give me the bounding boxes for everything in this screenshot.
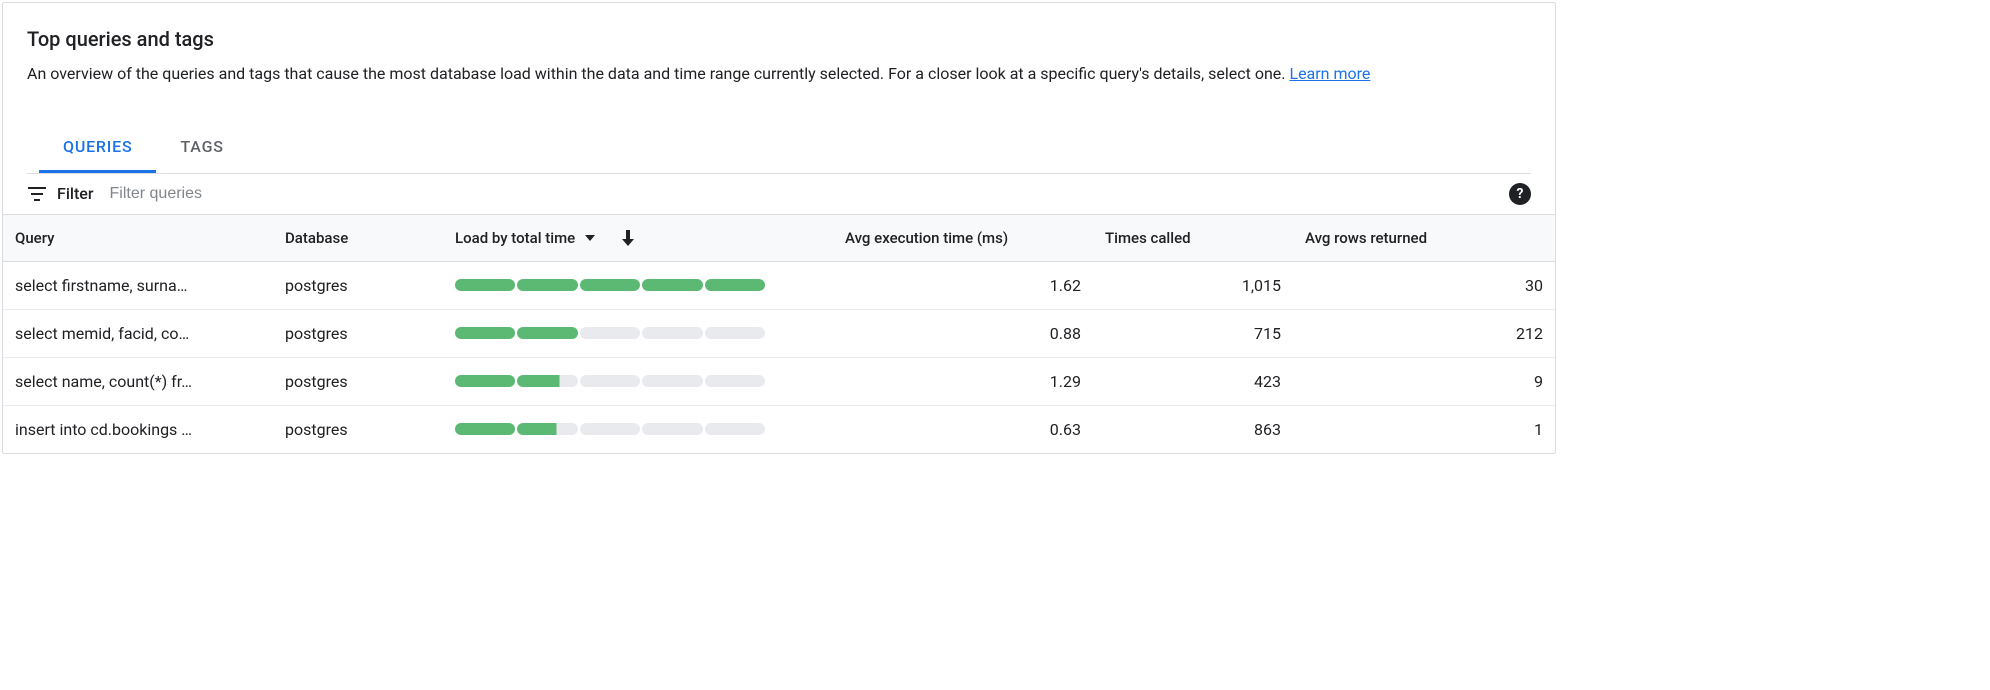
- filter-icon: [27, 184, 47, 204]
- load-segment: [642, 375, 702, 387]
- cell-database: postgres: [273, 357, 443, 405]
- dropdown-arrow-icon: [585, 235, 595, 241]
- filter-label: Filter: [57, 184, 94, 203]
- cell-rows-returned: 212: [1293, 309, 1555, 357]
- load-segment: [580, 423, 640, 435]
- cell-database: postgres: [273, 309, 443, 357]
- tab-tags[interactable]: Tags: [156, 123, 247, 173]
- cell-load: [443, 357, 833, 405]
- learn-more-link[interactable]: Learn more: [1289, 64, 1370, 83]
- load-bar: [455, 375, 765, 387]
- cell-load: [443, 261, 833, 309]
- load-segment: [517, 423, 577, 435]
- load-bar: [455, 327, 765, 339]
- load-segment: [642, 327, 702, 339]
- load-segment: [517, 279, 577, 291]
- cell-times-called: 863: [1093, 405, 1293, 453]
- table-row[interactable]: select firstname, surna…postgres 1.621,01…: [3, 261, 1555, 309]
- load-segment: [455, 375, 515, 387]
- load-segment: [705, 327, 765, 339]
- cell-exec-time: 0.63: [833, 405, 1093, 453]
- cell-times-called: 715: [1093, 309, 1293, 357]
- load-segment: [455, 423, 515, 435]
- cell-load: [443, 405, 833, 453]
- col-query[interactable]: Query: [3, 215, 273, 262]
- cell-rows-returned: 9: [1293, 357, 1555, 405]
- tab-queries[interactable]: Queries: [39, 123, 156, 173]
- table-header-row: Query Database Load by total time Avg ex…: [3, 215, 1555, 262]
- table-row[interactable]: insert into cd.bookings …postgres 0.63863…: [3, 405, 1555, 453]
- panel-title: Top queries and tags: [27, 27, 1531, 51]
- cell-exec-time: 0.88: [833, 309, 1093, 357]
- load-segment: [580, 279, 640, 291]
- cell-query: select firstname, surna…: [3, 261, 273, 309]
- load-segment: [517, 327, 577, 339]
- table-row[interactable]: select name, count(*) fr…postgres 1.29423…: [3, 357, 1555, 405]
- load-segment: [580, 375, 640, 387]
- cell-exec-time: 1.62: [833, 261, 1093, 309]
- panel-description: An overview of the queries and tags that…: [27, 61, 1531, 87]
- load-bar: [455, 279, 765, 291]
- load-bar: [455, 423, 765, 435]
- col-database[interactable]: Database: [273, 215, 443, 262]
- cell-database: postgres: [273, 261, 443, 309]
- load-segment: [705, 279, 765, 291]
- load-segment: [705, 375, 765, 387]
- top-queries-panel: Top queries and tags An overview of the …: [2, 2, 1556, 454]
- load-segment: [642, 423, 702, 435]
- cell-query: insert into cd.bookings …: [3, 405, 273, 453]
- cell-times-called: 1,015: [1093, 261, 1293, 309]
- cell-load: [443, 309, 833, 357]
- col-load-label: Load by total time: [455, 229, 575, 247]
- cell-query: select memid, facid, co…: [3, 309, 273, 357]
- queries-table: Query Database Load by total time Avg ex…: [3, 215, 1555, 453]
- cell-exec-time: 1.29: [833, 357, 1093, 405]
- load-segment: [455, 279, 515, 291]
- cell-times-called: 423: [1093, 357, 1293, 405]
- cell-query: select name, count(*) fr…: [3, 357, 273, 405]
- col-load[interactable]: Load by total time: [443, 215, 833, 262]
- filter-bar: Filter ?: [3, 174, 1555, 215]
- table-row[interactable]: select memid, facid, co…postgres 0.887152…: [3, 309, 1555, 357]
- load-segment: [642, 279, 702, 291]
- panel-header: Top queries and tags An overview of the …: [3, 3, 1555, 174]
- col-times-called[interactable]: Times called: [1093, 215, 1293, 262]
- sort-descending-icon: [621, 230, 635, 246]
- table-body: select firstname, surna…postgres1.621,01…: [3, 261, 1555, 453]
- cell-database: postgres: [273, 405, 443, 453]
- load-segment: [455, 327, 515, 339]
- load-segment: [580, 327, 640, 339]
- col-rows-returned[interactable]: Avg rows returned: [1293, 215, 1555, 262]
- col-exec-time[interactable]: Avg execution time (ms): [833, 215, 1093, 262]
- tabs: Queries Tags: [27, 123, 1531, 174]
- load-segment: [517, 375, 577, 387]
- description-text: An overview of the queries and tags that…: [27, 64, 1289, 83]
- load-segment: [705, 423, 765, 435]
- filter-input[interactable]: [110, 185, 1531, 203]
- cell-rows-returned: 1: [1293, 405, 1555, 453]
- help-icon[interactable]: ?: [1509, 183, 1531, 205]
- cell-rows-returned: 30: [1293, 261, 1555, 309]
